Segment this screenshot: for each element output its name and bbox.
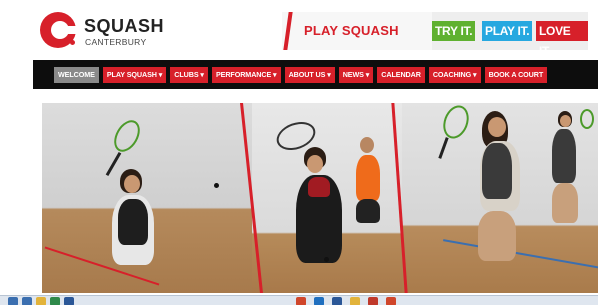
- chrome-icon[interactable]: [296, 297, 306, 305]
- nav-item-news[interactable]: NEWS ▾: [338, 67, 374, 83]
- promo-tag-play: PLAY IT.: [482, 21, 533, 41]
- chrome-icon[interactable]: [22, 297, 32, 305]
- folder-icon[interactable]: [350, 297, 360, 305]
- squash-canterbury-logo[interactable]: SQUASH CANTERBURY: [40, 10, 180, 54]
- player-2: [307, 155, 323, 173]
- folder-icon[interactable]: [36, 297, 46, 305]
- player-1: [124, 175, 140, 193]
- promo-tag-love: LOVE IT.: [536, 21, 588, 50]
- nav-item-clubs[interactable]: CLUBS ▾: [170, 67, 208, 83]
- nav-item-play-squash[interactable]: PLAY SQUASH ▾: [102, 67, 167, 83]
- main-nav: WELCOME PLAY SQUASH ▾ CLUBS ▾ PERFORMANC…: [33, 60, 598, 89]
- nav-item-calendar[interactable]: CALENDAR: [377, 67, 425, 83]
- promo-banner[interactable]: PLAY SQUASH TRY IT. PLAY IT. LOVE IT.: [282, 12, 588, 50]
- word-icon[interactable]: [332, 297, 342, 305]
- player-3: [360, 137, 374, 153]
- chrome-icon[interactable]: [386, 297, 396, 305]
- windows-taskbar: [0, 295, 598, 305]
- racket-icon: [108, 115, 146, 157]
- nav-item-performance[interactable]: PERFORMANCE ▾: [211, 67, 281, 83]
- racket-icon: [438, 103, 474, 143]
- squash-ball: [324, 257, 329, 262]
- nav-item-about-us[interactable]: ABOUT US ▾: [284, 67, 335, 83]
- hero-panel-2: [252, 103, 402, 293]
- hero-panel-1: [42, 103, 252, 293]
- squash-ball: [214, 183, 219, 188]
- nav-item-book-a-court[interactable]: BOOK A COURT: [484, 67, 548, 83]
- logo-title: SQUASH: [84, 16, 165, 36]
- excel-icon[interactable]: [50, 297, 60, 305]
- promo-headline: PLAY SQUASH: [304, 23, 399, 38]
- racket-icon: [580, 109, 594, 129]
- hero-panel-3: [402, 103, 598, 293]
- player-4: [488, 117, 506, 137]
- outlook-icon[interactable]: [314, 297, 324, 305]
- word-icon[interactable]: [64, 297, 74, 305]
- nav-item-coaching[interactable]: COACHING ▾: [428, 67, 481, 83]
- nav-items: WELCOME PLAY SQUASH ▾ CLUBS ▾ PERFORMANC…: [54, 67, 548, 83]
- hero-image: [42, 103, 598, 293]
- start-icon[interactable]: [8, 297, 18, 305]
- nav-item-welcome[interactable]: WELCOME: [54, 67, 99, 83]
- page: SQUASH CANTERBURY PLAY SQUASH TRY IT. PL…: [0, 0, 598, 305]
- promo-tag-try: TRY IT.: [432, 21, 476, 41]
- paint-icon[interactable]: [368, 297, 378, 305]
- logo-dot: [70, 40, 75, 45]
- logo-subtitle: CANTERBURY: [85, 37, 147, 47]
- player-5: [560, 115, 571, 127]
